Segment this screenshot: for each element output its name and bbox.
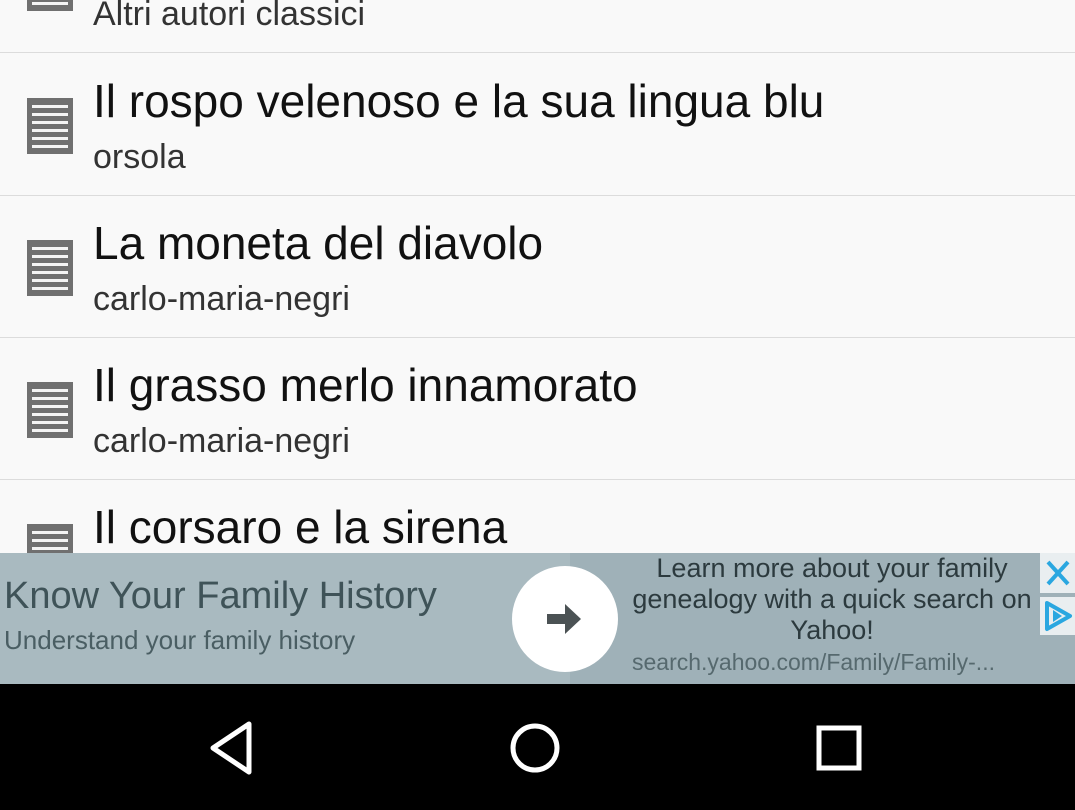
home-button[interactable] <box>505 718 565 778</box>
item-author: carlo-maria-negri <box>93 280 350 318</box>
system-navigation-bar <box>0 684 1075 810</box>
document-icon <box>27 524 73 553</box>
list-item[interactable]: Il corsaro e la sirena <box>0 481 1075 553</box>
arrow-right-icon <box>547 604 581 634</box>
item-title: Il rospo velenoso e la sua lingua blu <box>93 75 825 127</box>
adchoices-button[interactable] <box>1040 597 1075 635</box>
adchoices-icon <box>1045 601 1072 631</box>
ad-headline[interactable]: Know Your Family History <box>4 575 437 618</box>
list-item[interactable]: Altri autori classici <box>0 0 1075 53</box>
item-title: Il grasso merlo innamorato <box>93 359 638 411</box>
ad-go-button[interactable] <box>512 566 618 672</box>
close-icon <box>1046 560 1070 586</box>
ad-close-button[interactable] <box>1040 553 1075 593</box>
back-triangle-icon <box>210 721 252 775</box>
document-icon <box>27 98 73 154</box>
list-item[interactable]: Il rospo velenoso e la sua lingua blu or… <box>0 55 1075 196</box>
document-icon <box>27 382 73 438</box>
ad-url[interactable]: search.yahoo.com/Family/Family-... <box>632 649 995 676</box>
recents-square-icon <box>816 725 862 771</box>
ad-banner[interactable]: Know Your Family History Understand your… <box>0 553 1075 684</box>
ad-subline[interactable]: Understand your family history <box>4 625 355 656</box>
item-author: carlo-maria-negri <box>93 422 350 460</box>
item-title: Il corsaro e la sirena <box>93 501 508 553</box>
document-icon <box>27 240 73 296</box>
list-item[interactable]: Il grasso merlo innamorato carlo-maria-n… <box>0 339 1075 480</box>
recents-button[interactable] <box>809 718 869 778</box>
item-title: La moneta del diavolo <box>93 217 544 269</box>
ad-text-panel[interactable]: Know Your Family History Understand your… <box>0 553 570 684</box>
ad-description[interactable]: Learn more about your family genealogy w… <box>622 553 1042 646</box>
item-author: Altri autori classici <box>93 0 366 33</box>
ad-body[interactable]: Learn more about your family genealogy w… <box>622 553 1042 684</box>
back-button[interactable] <box>205 718 265 778</box>
document-icon <box>27 0 73 11</box>
story-list: Altri autori classici Il rospo velenoso … <box>0 0 1075 553</box>
home-circle-icon <box>510 723 560 773</box>
list-item[interactable]: La moneta del diavolo carlo-maria-negri <box>0 197 1075 338</box>
item-author: orsola <box>93 138 186 176</box>
